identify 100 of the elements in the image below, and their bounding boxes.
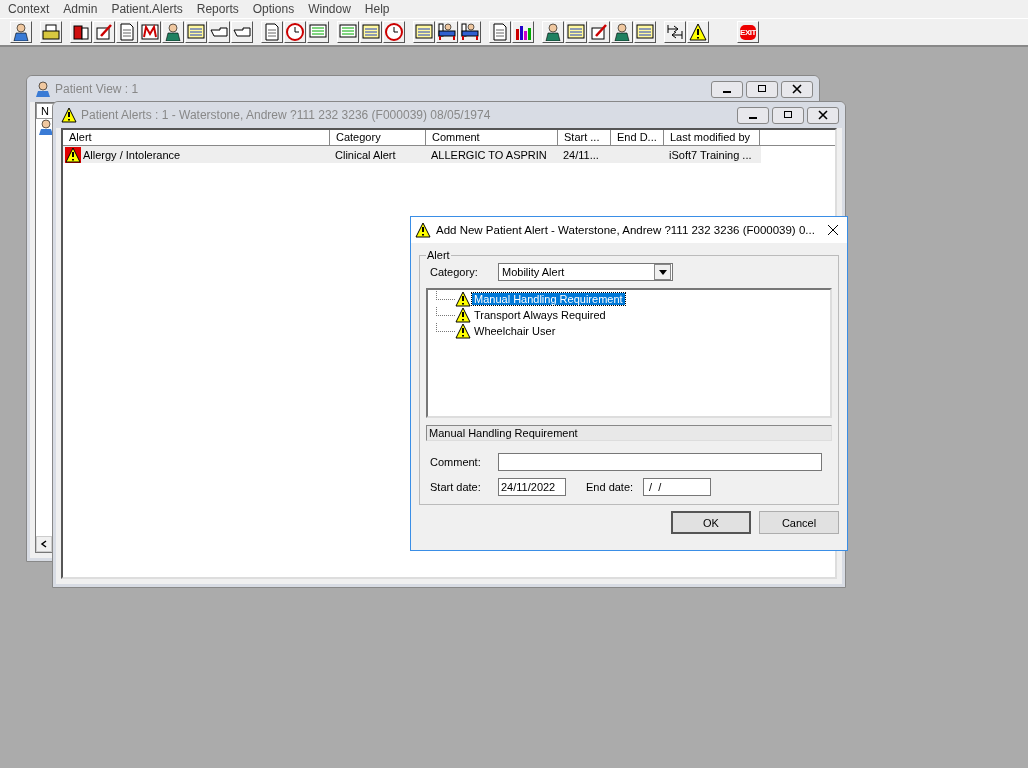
dialog-button[interactable]: Cancel <box>759 511 839 534</box>
close-icon <box>827 224 840 236</box>
column-header[interactable]: Last modified by <box>664 130 760 146</box>
minimize-button[interactable] <box>737 106 769 124</box>
minimize-icon <box>749 117 757 119</box>
maximize-button[interactable] <box>746 80 778 98</box>
table-cell: Clinical Alert <box>335 148 396 161</box>
comment-field[interactable] <box>498 453 822 471</box>
caret-icon <box>658 269 667 275</box>
toolbar-button[interactable] <box>10 21 32 43</box>
menu-item[interactable]: Options <box>245 2 302 16</box>
toolbar-button[interactable] <box>512 21 534 43</box>
toolbar-button[interactable] <box>588 21 610 43</box>
maximize-icon <box>783 110 793 120</box>
table-cell: iSoft7 Training ... <box>669 148 752 161</box>
toolbar-button[interactable] <box>93 21 115 43</box>
table-cell: Allergy / Intolerance <box>83 148 181 161</box>
toolbar-button[interactable] <box>687 21 709 43</box>
doctor-icon <box>38 119 54 135</box>
scroll-left-button[interactable] <box>36 536 52 552</box>
person-icon <box>164 23 182 41</box>
dialog-button[interactable]: OK <box>671 511 751 534</box>
bed-icon <box>438 23 456 41</box>
close-button[interactable] <box>807 106 839 124</box>
tree-item[interactable]: Manual Handling Requirement <box>472 293 625 305</box>
tree-item[interactable]: Wheelchair User <box>472 325 558 337</box>
note-icon <box>636 23 654 41</box>
menu-item[interactable]: Window <box>301 2 358 16</box>
menu-item[interactable]: Context <box>1 2 57 16</box>
note-icon <box>567 23 585 41</box>
toolbar-button[interactable] <box>542 21 564 43</box>
toolbar-button[interactable] <box>162 21 184 43</box>
start-date-label: Start date: <box>430 481 482 493</box>
toolbar-button[interactable] <box>139 21 161 43</box>
clock-icon <box>385 23 403 41</box>
toolbar-button[interactable] <box>664 21 686 43</box>
dialog-title: Add New Patient Alert - Waterstone, Andrew ?111 232 3236 (F000039) 0... <box>436 224 815 236</box>
toolbar-button[interactable] <box>436 21 458 43</box>
bed-icon <box>461 23 479 41</box>
document-icon <box>491 23 509 41</box>
warning-icon <box>65 146 81 163</box>
arrows-icon <box>666 23 684 41</box>
table-cell: 24/11... <box>563 148 599 161</box>
end-date-label: End date: <box>586 481 635 493</box>
printer-icon <box>42 23 60 41</box>
toolbar-button[interactable] <box>611 21 633 43</box>
start-date-field[interactable]: 24/11/2022 <box>498 478 566 496</box>
tree-item[interactable]: Transport Always Required <box>472 309 608 321</box>
window-title: Patient View : 1 <box>55 82 139 96</box>
close-icon <box>818 110 828 120</box>
column-header[interactable]: Category <box>330 130 426 146</box>
letter-m-icon <box>141 23 159 41</box>
toolbar-button[interactable] <box>261 21 283 43</box>
menu-item[interactable]: Patient.Alerts <box>104 2 190 16</box>
column-header[interactable]: Alert <box>63 130 330 146</box>
selected-alert-field: Manual Handling Requirement <box>426 425 832 441</box>
monitor-icon <box>309 23 327 41</box>
column-header[interactable]: Comment <box>426 130 558 146</box>
menu-item[interactable]: Help <box>357 2 397 16</box>
toolbar-button[interactable] <box>284 21 306 43</box>
group-label: Alert <box>426 249 451 261</box>
toolbar-button[interactable] <box>634 21 656 43</box>
toolbar-button[interactable] <box>307 21 329 43</box>
table-cell: ALLERGIC TO ASPRIN <box>431 148 547 161</box>
note-icon <box>362 23 380 41</box>
category-dropdown[interactable]: Mobility Alert <box>498 263 673 281</box>
warning-icon <box>455 291 471 307</box>
doctor-icon <box>35 81 51 97</box>
warning-icon <box>455 307 471 323</box>
toolbar-button[interactable] <box>565 21 587 43</box>
toolbar-button[interactable] <box>337 21 359 43</box>
column-header[interactable]: End D... <box>611 130 664 146</box>
person-icon <box>12 23 30 41</box>
toolbar-button[interactable] <box>185 21 207 43</box>
menu-item[interactable]: Admin <box>56 2 105 16</box>
pen-icon <box>95 23 113 41</box>
toolbar-button[interactable] <box>413 21 435 43</box>
note-icon <box>187 23 205 41</box>
minimize-button[interactable] <box>711 80 743 98</box>
menu-item[interactable]: Reports <box>189 2 246 16</box>
toolbar-button[interactable] <box>360 21 382 43</box>
toolbar-button[interactable] <box>383 21 405 43</box>
toolbar-button[interactable] <box>459 21 481 43</box>
toolbar-button[interactable] <box>70 21 92 43</box>
monitor-icon <box>339 23 357 41</box>
window-title: Patient Alerts : 1 - Waterstone, Andrew ?111 232 3236 (F000039) 08/05/1974 <box>81 108 491 122</box>
bar-chart-icon <box>514 23 532 41</box>
maximize-icon <box>757 84 767 94</box>
toolbar-button[interactable] <box>40 21 62 43</box>
close-button[interactable] <box>781 80 813 98</box>
column-header[interactable]: Start ... <box>558 130 611 146</box>
book-icon <box>72 23 90 41</box>
document-icon <box>263 23 281 41</box>
document-icon <box>118 23 136 41</box>
toolbar-button[interactable] <box>116 21 138 43</box>
maximize-button[interactable] <box>772 106 804 124</box>
alert-row[interactable]: Allergy / Intolerance Clinical Alert ALLERGIC TO ASPRIN 24/11... iSoft7 Training ... <box>63 146 761 163</box>
note-icon <box>415 23 433 41</box>
toolbar-button[interactable] <box>489 21 511 43</box>
end-date-field[interactable]: / / <box>643 478 711 496</box>
